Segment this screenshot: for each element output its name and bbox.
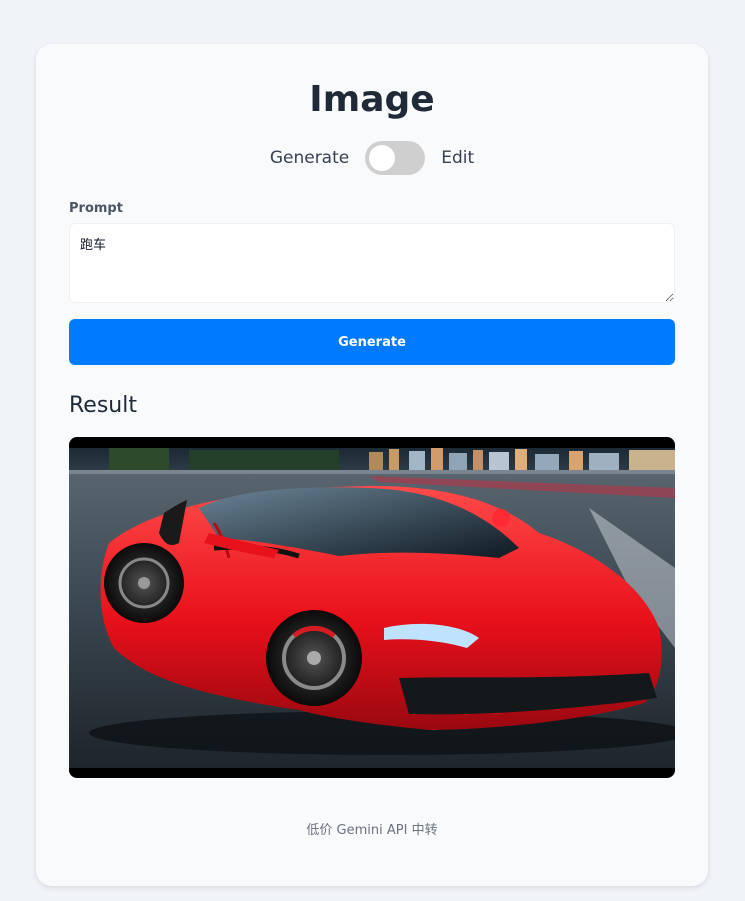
mode-label-edit: Edit (441, 148, 475, 168)
result-image-frame (69, 437, 675, 778)
toggle-knob (369, 145, 396, 171)
result-heading: Result (69, 393, 137, 418)
mode-label-generate: Generate (269, 148, 350, 168)
prompt-input[interactable]: 跑车 (69, 223, 675, 303)
prompt-label: Prompt (69, 201, 123, 216)
mode-toggle[interactable] (365, 141, 426, 175)
footer-text: 低价 Gemini API 中转 (306, 823, 438, 838)
generate-button[interactable]: Generate (69, 319, 675, 365)
mode-switch-row: Generate Edit (36, 141, 708, 175)
result-image (69, 448, 675, 768)
image-card: Image Generate Edit Prompt 跑车 Generate R… (36, 44, 708, 886)
page-title: Image (309, 79, 435, 120)
